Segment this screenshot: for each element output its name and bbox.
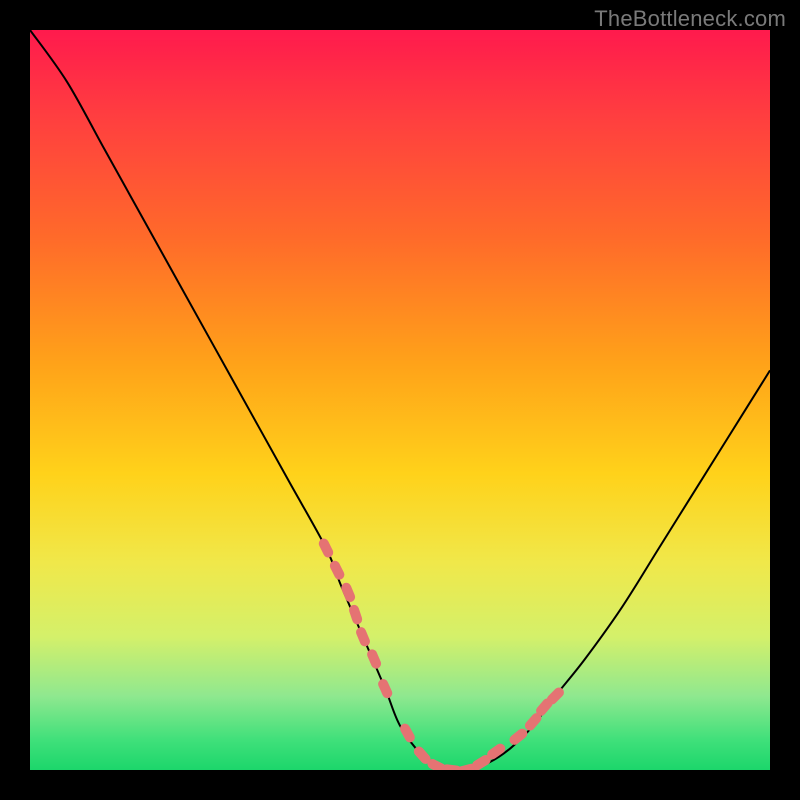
highlight-marker [507, 727, 529, 747]
highlight-marker [534, 696, 555, 718]
highlight-marker [377, 677, 394, 699]
highlight-markers [30, 30, 770, 770]
highlight-marker [398, 722, 416, 744]
highlight-marker [348, 604, 364, 626]
highlight-marker [456, 763, 478, 770]
highlight-marker [317, 537, 335, 559]
watermark-text: TheBottleneck.com [594, 6, 786, 32]
highlight-marker [355, 626, 372, 648]
highlight-marker [340, 581, 357, 603]
highlight-marker [545, 685, 566, 706]
chart-canvas: TheBottleneck.com [0, 0, 800, 800]
highlight-marker [366, 648, 383, 670]
highlight-marker [485, 742, 507, 762]
highlight-marker [426, 757, 448, 770]
highlight-marker [470, 753, 492, 770]
bottleneck-curve [30, 30, 770, 770]
plot-area [30, 30, 770, 770]
highlight-marker [412, 744, 433, 766]
highlight-marker [441, 764, 462, 770]
highlight-marker [523, 711, 544, 733]
highlight-marker [328, 559, 346, 581]
